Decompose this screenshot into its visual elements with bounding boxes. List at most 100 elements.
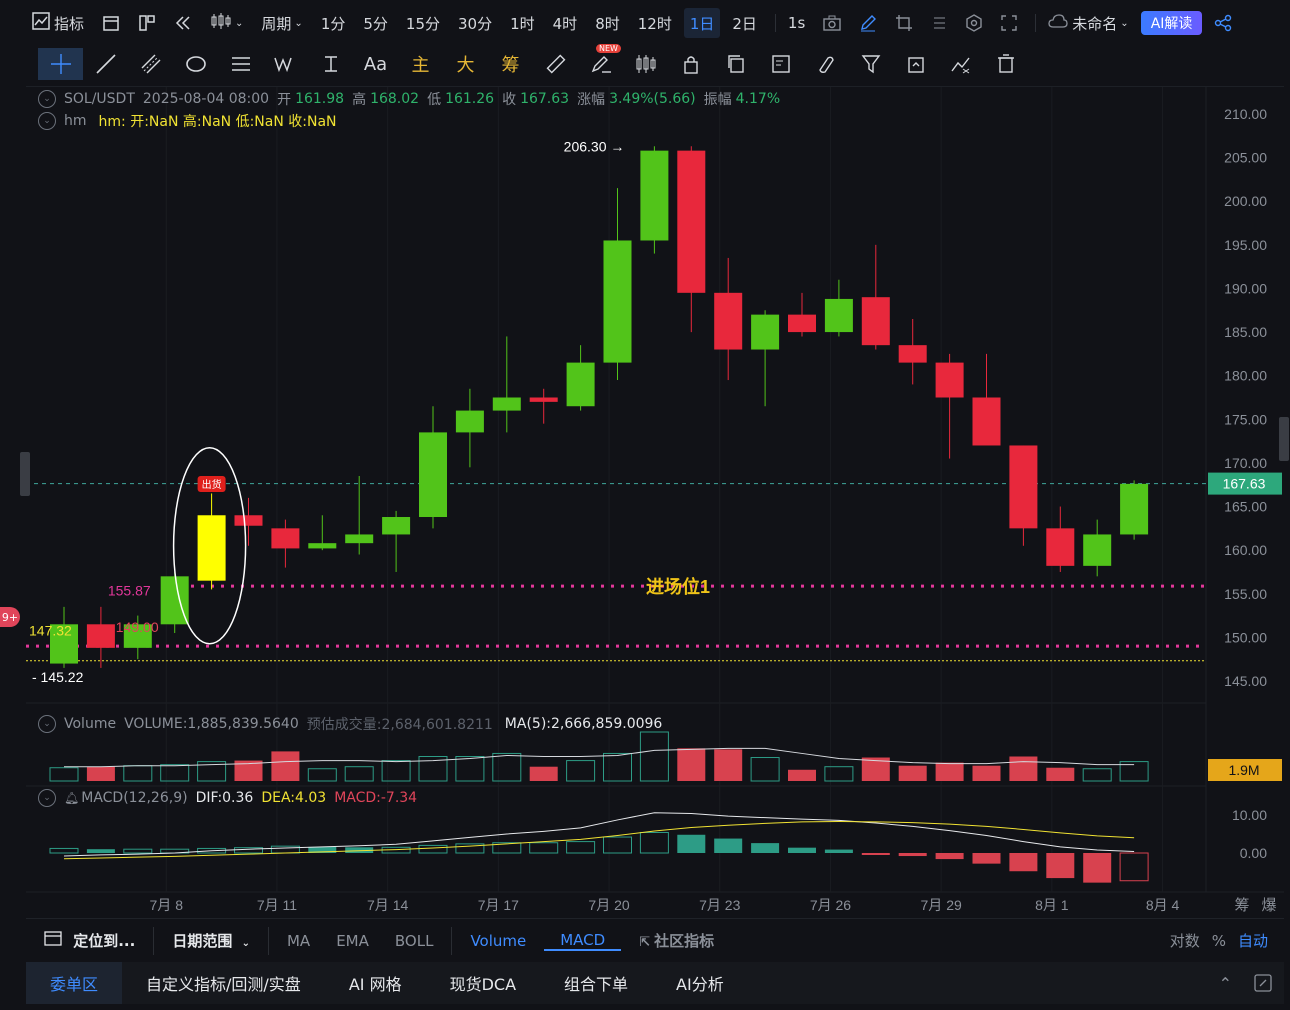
macd-info-line: ⌄ 🔔︎ MACD(12,26,9) DIF:0.36 DEA:4.03 MAC… [38,789,417,807]
date-tick-label: 7月 11 [257,897,297,913]
edit-note-icon[interactable] [758,48,803,80]
chart-type-button[interactable]: ⌄ [204,8,249,38]
trash-icon[interactable] [983,48,1028,80]
volume-bar [750,757,780,782]
interval-button[interactable]: 1日 [683,8,721,38]
eye-icon[interactable]: ⌄ [38,90,56,108]
date-tick-label: 7月 20 [588,897,629,913]
fib-lines-icon[interactable] [218,48,263,80]
app-window: 指标 ⌄ 周期 ⌄ 1分 5分 15分 30分 1时 4时 8时 12时 1日 2日 1s [0,0,1290,1010]
log-scale-toggle[interactable]: 对数 [1164,930,1206,951]
chips-tool-button[interactable]: 筹 [488,48,533,80]
ruler-icon[interactable] [533,48,578,80]
volume-bar [160,764,190,782]
liquidation-corner-label: 爆 [1261,897,1276,914]
tab-orders[interactable]: 委单区 [26,962,123,1004]
eye-icon[interactable]: ⌄ [38,789,56,807]
interval-button[interactable]: 15分 [400,8,446,38]
collapse-up-icon[interactable]: ⌃ [1209,962,1242,1004]
interval-button[interactable]: 4时 [547,8,584,38]
expand-panel-icon[interactable] [1242,962,1284,1004]
hm-info-line: ⌄ hm hm: 开:NaN 高:NaN 低:NaN 收:NaN [38,111,337,131]
indicator-macd[interactable]: MACD [544,931,622,951]
indicator-volume[interactable]: Volume [452,932,544,950]
interval-button[interactable]: 1分 [315,8,352,38]
indicator-ema[interactable]: EMA [328,932,377,950]
date-tick-label: 7月 14 [367,897,408,913]
filter-icon[interactable] [848,48,893,80]
date-range-dropdown[interactable]: 日期范围 ⌄ [154,930,268,951]
eye-icon[interactable]: ⌄ [38,715,56,733]
macd-histogram-bar [898,853,927,857]
big-tool-button[interactable]: 大 [443,48,488,80]
tab-spot-dca[interactable]: 现货DCA [426,962,540,1004]
interval-button[interactable]: 8时 [589,8,626,38]
parallel-channel-icon[interactable] [128,48,173,80]
text-cursor-icon[interactable] [308,48,353,80]
hide-drawings-icon[interactable] [938,48,983,80]
interval-button[interactable]: 1时 [504,8,541,38]
chart-panel[interactable]: 210.00 205.00 200.00 195.00 190.00 185.00 180.… [26,86,1284,916]
copy-icon[interactable] [713,48,758,80]
percent-scale-toggle[interactable]: % [1206,932,1232,950]
macd-histogram-bar [788,847,816,853]
fullscreen-icon[interactable] [995,8,1023,38]
right-panel-handle[interactable] [1279,417,1289,461]
brush-icon[interactable]: NEW [578,44,623,80]
eye-icon[interactable]: ⌄ [38,112,56,130]
community-indicators-button[interactable]: ⇱ 社区指标 [621,930,732,951]
tab-combo-order[interactable]: 组合下单 [540,962,652,1004]
candle-type-icon [210,12,232,34]
ellipse-icon[interactable] [173,48,218,80]
wave-pattern-icon[interactable] [263,48,308,80]
ai-explain-button[interactable]: AI解读 [1140,11,1203,35]
interval-button[interactable]: 12时 [632,8,678,38]
left-price-label: 147.32 [29,623,72,639]
layout-icon[interactable] [132,8,162,38]
alert-count-badge[interactable]: 9+ [0,607,20,627]
share-icon[interactable] [1208,8,1238,38]
sync-icon[interactable] [893,48,938,80]
tab-ai-grid[interactable]: AI 网格 [325,962,426,1004]
indicators-button[interactable]: 指标 [26,8,90,38]
magnet-icon[interactable] [803,48,848,80]
period-dropdown[interactable]: 周期 ⌄ [255,8,308,38]
bell-icon[interactable]: 🔔︎ [64,791,79,805]
crop-icon[interactable] [889,8,919,38]
macd-tick-label: 0.00 [1240,845,1267,861]
main-tool-button[interactable]: 主 [398,48,443,80]
text-tool-button[interactable]: Aa [353,48,398,80]
entry-label: 进场位1 [646,576,710,597]
top-toolbar: 指标 ⌄ 周期 ⌄ 1分 5分 15分 30分 1时 4时 8时 12时 1日 2日 1s [26,4,1284,42]
candle-body [566,362,595,407]
external-link-icon: ⇱ [639,935,651,950]
divider [1035,14,1037,32]
interval-button[interactable]: 5分 [357,8,394,38]
list-icon[interactable] [925,8,953,38]
settings-icon[interactable] [959,8,989,38]
interval-button[interactable]: 30分 [452,8,498,38]
tab-ai-analysis[interactable]: AI分析 [652,962,748,1004]
indicator-ma[interactable]: MA [269,932,328,950]
crosshair-icon[interactable] [38,48,83,80]
locate-button[interactable]: 定位到... [26,930,153,951]
left-panel-handle[interactable] [20,452,30,496]
indicator-boll[interactable]: BOLL [377,932,452,950]
volume-bar [86,766,115,781]
macd-dif: DIF:0.36 [195,790,254,806]
seconds-button[interactable]: 1s [782,8,811,38]
interval-button[interactable]: 2日 [726,8,763,38]
candle-compare-icon[interactable] [623,48,668,80]
pencil-icon[interactable] [853,8,883,38]
auto-scale-toggle[interactable]: 自动 [1232,930,1284,951]
replay-icon[interactable] [168,8,198,38]
tab-custom-indicators[interactable]: 自定义指标/回测/实盘 [122,962,325,1004]
low-annotation: - 145.22 [32,669,84,685]
layout-name-dropdown[interactable]: 未命名 ⌄ [1042,8,1134,38]
candle-body [751,314,780,350]
camera-icon[interactable] [817,8,847,38]
lock-icon[interactable] [668,48,713,80]
calendar-icon[interactable] [96,8,126,38]
trend-line-icon[interactable] [83,48,128,80]
volume-value: VOLUME:1,885,839.5640 [124,716,299,732]
